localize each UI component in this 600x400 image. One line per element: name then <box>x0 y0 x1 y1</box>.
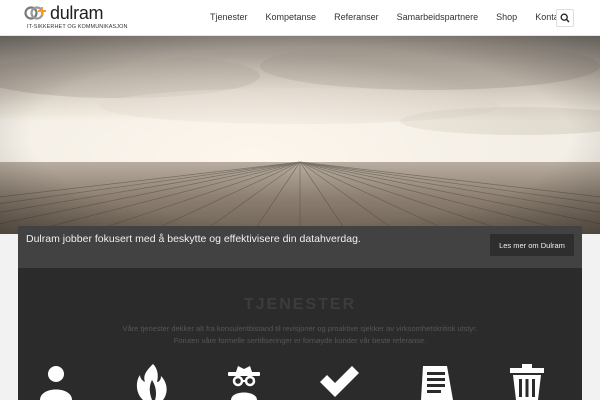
flame-icon[interactable] <box>131 364 173 400</box>
services-description: Våre tjenester dekker alt fra konsulentb… <box>18 323 582 347</box>
checkmark-icon[interactable] <box>318 364 360 400</box>
nav-item-samarbeidspartnere[interactable]: Samarbeidspartnere <box>397 12 479 22</box>
nav-item-shop[interactable]: Shop <box>496 12 517 22</box>
main-nav: Tjenester Kompetanse Referanser Samarbei… <box>210 12 584 22</box>
logo[interactable]: dulram IT-SIKKERHET OG KOMMUNIKASJON <box>24 3 127 33</box>
services-description-line-2: Foruten våre formelle sertifiseringer er… <box>173 336 427 345</box>
site-header: dulram IT-SIKKERHET OG KOMMUNIKASJON Tje… <box>0 0 600 36</box>
hero-image <box>0 36 600 234</box>
trash-icon[interactable] <box>506 364 548 400</box>
document-icon[interactable] <box>413 364 455 400</box>
spy-icon[interactable] <box>223 364 265 400</box>
logo-text: dulram <box>50 3 104 23</box>
intro-banner: Dulram jobber fokusert med å beskytte og… <box>18 226 582 268</box>
search-icon <box>560 13 570 23</box>
nav-item-kompetanse[interactable]: Kompetanse <box>266 12 317 22</box>
search-button[interactable] <box>556 9 574 27</box>
logo-mark-icon <box>24 6 46 20</box>
intro-text: Dulram jobber fokusert med å beskytte og… <box>26 233 361 245</box>
user-icon[interactable] <box>35 364 77 400</box>
logo-tagline: IT-SIKKERHET OG KOMMUNIKASJON <box>27 24 128 30</box>
services-section: TJENESTER Våre tjenester dekker alt fra … <box>18 268 582 400</box>
nav-item-referanser[interactable]: Referanser <box>334 12 379 22</box>
services-title: TJENESTER <box>243 296 357 313</box>
services-description-line-1: Våre tjenester dekker alt fra konsulentb… <box>122 324 478 333</box>
nav-item-tjenester[interactable]: Tjenester <box>210 12 248 22</box>
read-more-button[interactable]: Les mer om Dulram <box>490 234 574 256</box>
